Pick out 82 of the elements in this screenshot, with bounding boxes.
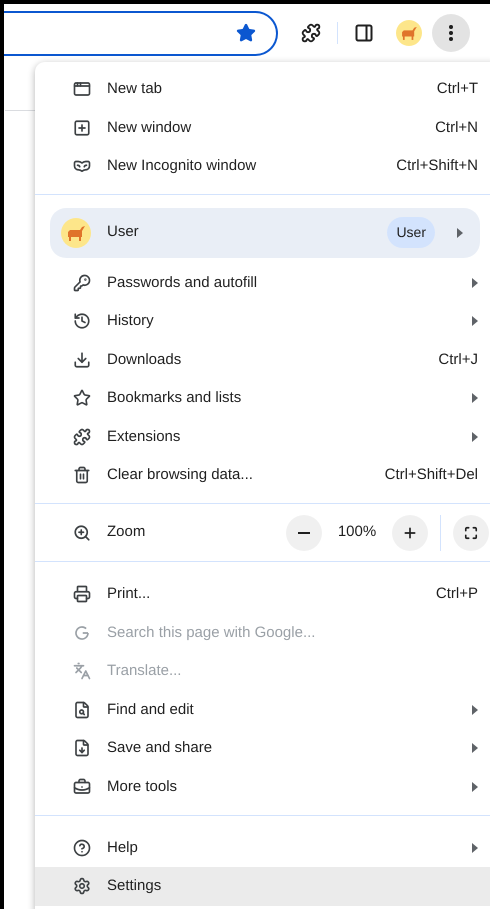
toolbox-icon [73,778,91,796]
menu-item[interactable]: New tab Ctrl+T [35,70,490,108]
menu-item-label: Print... [107,584,150,604]
submenu-arrow-icon [472,316,478,326]
menu-item[interactable]: New Incognito window Ctrl+Shift+N [35,147,490,186]
zoom-label: Zoom [107,522,146,542]
plus-icon [402,524,418,540]
submenu-arrow-icon [472,782,478,792]
menu-item[interactable]: New window Ctrl+N [35,108,490,147]
printer-icon [73,585,91,604]
menu-item-label: Settings [107,876,162,896]
file-search-icon [73,700,91,719]
translate-icon [73,662,91,680]
shortcut-label: Ctrl+T [436,79,478,99]
menu-item-label: New Incognito window [107,156,256,176]
help-icon [73,838,91,857]
history-icon [73,312,91,330]
avatar-icon [61,218,91,248]
profile-avatar-icon [396,20,422,46]
submenu-arrow-icon [472,704,478,715]
menu-item[interactable]: Clear browsing data... Ctrl+Shift+Del [35,456,490,494]
submenu-arrow-icon [472,842,478,853]
menu-item[interactable]: More tools [35,768,490,806]
menu-item-label: Extensions [107,426,180,446]
menu-item-label: Translate... [107,661,182,681]
menu-item-label: Downloads [107,350,182,370]
more-vertical-icon [449,25,453,41]
menu-item[interactable]: Save and share [35,729,490,768]
side-panel-icon[interactable] [354,23,374,43]
submenu-arrow-icon [472,278,478,288]
star-icon [73,389,91,408]
address-bar[interactable] [4,10,278,56]
zoom-in-button[interactable] [392,514,428,550]
menu-item[interactable]: Print... Ctrl+P [35,575,490,614]
fullscreen-icon [464,526,478,540]
menu-item-label: Help [107,838,138,858]
key-icon [73,274,91,292]
menu-item-label: New window [107,118,192,138]
shortcut-label: Ctrl+Shift+Del [384,465,478,485]
menu-item[interactable]: Bookmarks and lists [35,379,490,418]
minus-icon [298,532,310,534]
profile-row[interactable]: User User [50,208,480,258]
menu-item[interactable]: Help [35,828,490,867]
menu-item-label: Save and share [107,738,212,758]
menu-item-label: More tools [107,776,178,796]
shortcut-label: Ctrl+P [436,584,478,604]
puzzle-icon [73,428,91,446]
menu-button[interactable] [432,14,470,52]
menu-item-label: Bookmarks and lists [107,388,242,408]
submenu-arrow-icon [472,432,478,442]
profile-badge: User [387,217,435,248]
menu-item-label: History [107,311,154,331]
download-icon [73,350,91,369]
menu-item-label: Search this page with Google... [107,622,316,642]
submenu-arrow-icon [457,228,463,238]
zoom-value: 100% [336,522,378,542]
profile-name: User [107,222,140,242]
menu-item-label: Find and edit [107,700,194,720]
menu-item[interactable]: Extensions [35,418,490,456]
menu-item-label: New tab [107,79,162,99]
extensions-icon[interactable] [301,23,321,43]
submenu-arrow-icon [472,743,478,754]
menu-item-label: Passwords and autofill [107,272,258,292]
menu-item[interactable]: Settings [35,867,490,906]
fullscreen-button[interactable] [453,514,489,550]
submenu-arrow-icon [472,393,478,404]
file-download-icon [73,739,91,758]
window-icon [73,80,91,98]
shortcut-label: Ctrl+Shift+N [396,156,478,176]
menu-item-label: Clear browsing data... [107,465,253,485]
trash-icon [73,466,91,484]
window-plus-icon [73,118,91,137]
shortcut-label: Ctrl+N [435,118,478,138]
settings-icon [73,877,91,896]
menu-item[interactable]: Find and edit [35,690,490,729]
g-letter-icon [73,624,91,642]
menu-item[interactable]: Downloads Ctrl+J [35,340,490,379]
shortcut-label: Ctrl+J [438,350,478,370]
menu-item[interactable]: Passwords and autofill [35,264,490,302]
zoom-icon [73,524,91,542]
bookmark-star-icon[interactable] [236,23,256,43]
menu-item[interactable]: History [35,302,490,340]
